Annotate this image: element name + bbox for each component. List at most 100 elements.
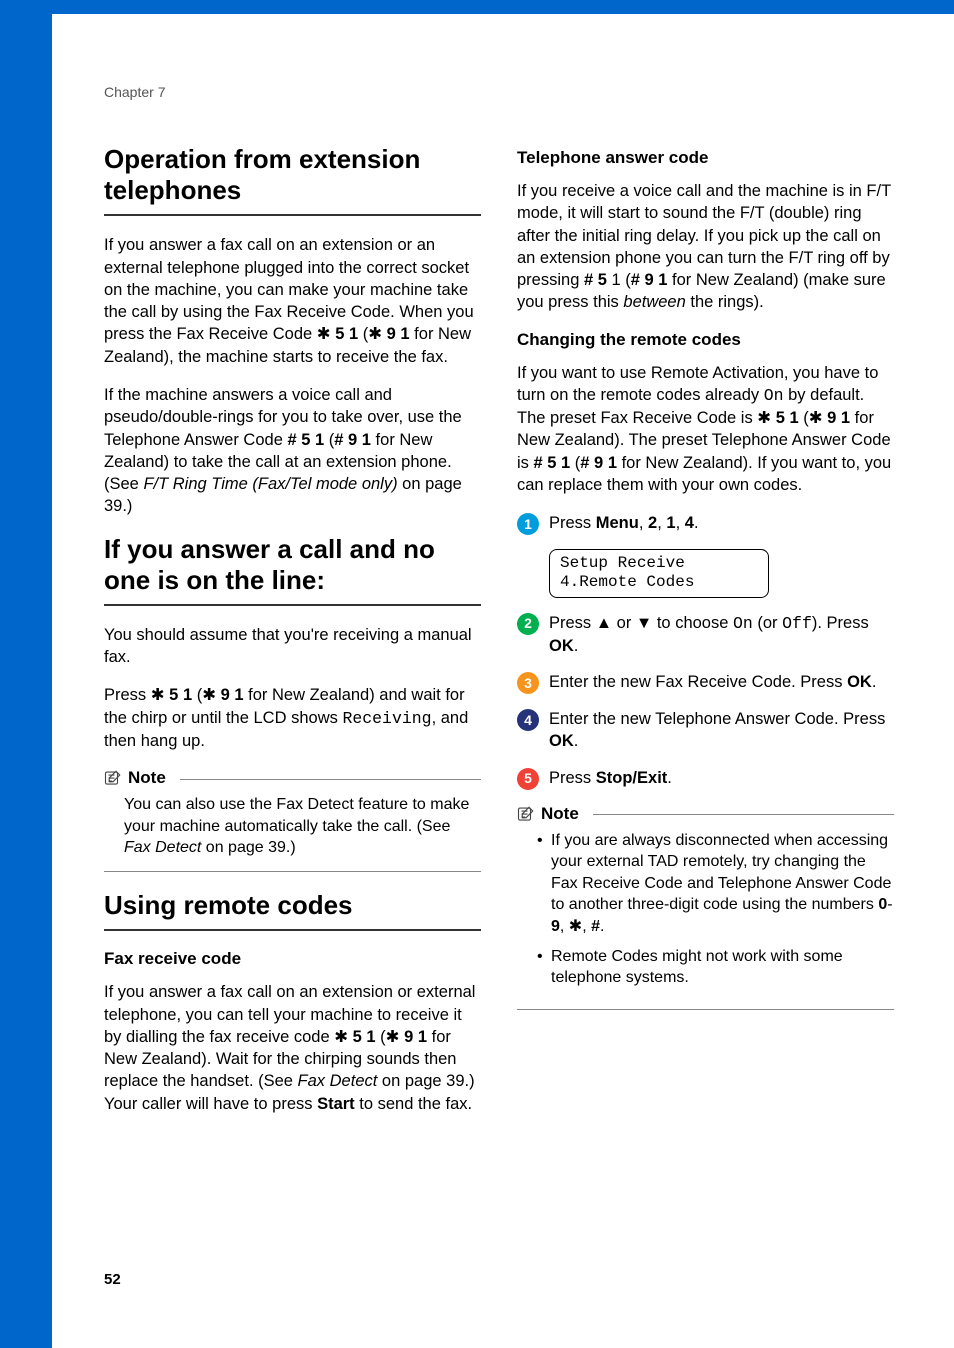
note-head: Note (517, 804, 894, 824)
t: On (764, 386, 784, 405)
subhead-tel-answer: Telephone answer code (517, 148, 894, 168)
t: On (733, 614, 753, 633)
t: (or (753, 614, 782, 632)
star-icon: ✱ (569, 918, 582, 935)
t: , (676, 514, 685, 532)
t: Fax Detect (124, 839, 201, 856)
t: ( (192, 686, 202, 704)
rule (517, 1009, 894, 1010)
t: OK (847, 673, 872, 691)
note-label: Note (128, 768, 166, 788)
t: Press (549, 514, 596, 532)
step-number-icon: 1 (517, 513, 539, 535)
right-column: Telephone answer code If you receive a v… (517, 144, 894, 1131)
t: 9 1 (382, 325, 410, 343)
t: . (694, 514, 699, 532)
t: 5 1 (165, 686, 193, 704)
rule (104, 871, 481, 872)
t: Press ▲ or ▼ to choose (549, 614, 733, 632)
t: 4 (685, 514, 694, 532)
subhead-change-codes: Changing the remote codes (517, 330, 894, 350)
t: 9 1 (823, 409, 851, 427)
t: , (582, 918, 591, 935)
t: If you are always disconnected when acce… (551, 832, 891, 914)
t: Enter the new Fax Receive Code. Press (549, 673, 847, 691)
t: , (560, 918, 569, 935)
star-icon: ✱ (334, 1028, 348, 1046)
t: # 9 1 (334, 431, 371, 449)
heading-remote-codes: Using remote codes (104, 890, 481, 921)
t: OK (549, 637, 574, 655)
step-text: Press Stop/Exit. (549, 767, 894, 789)
note-label: Note (541, 804, 579, 824)
step-number-icon: 3 (517, 672, 539, 694)
heading-answer-call: If you answer a call and no one is on th… (104, 534, 481, 596)
t: - (887, 896, 892, 913)
t: Receiving (342, 709, 431, 728)
t: 2 (648, 514, 657, 532)
t: Fax Detect (298, 1072, 378, 1090)
star-icon: ✱ (809, 409, 823, 427)
t: # 5 1 (287, 431, 324, 449)
t: # 5 (584, 271, 607, 289)
page: Chapter 7 Operation from extension telep… (0, 0, 954, 1348)
step-5: 5 Press Stop/Exit. (517, 767, 894, 790)
note-item: Remote Codes might not work with some te… (537, 946, 894, 989)
t: , (657, 514, 666, 532)
subhead-fax-receive: Fax receive code (104, 949, 481, 969)
columns: Operation from extension telephones If y… (104, 144, 894, 1131)
note-line (593, 814, 894, 815)
t: ( (324, 431, 334, 449)
para-ans-1: You should assume that you're receiving … (104, 624, 481, 669)
t: 9 (551, 918, 560, 935)
t: 9 1 (216, 686, 244, 704)
t: . (600, 918, 604, 935)
t: Off (782, 614, 812, 633)
rule (104, 604, 481, 606)
t: Press (104, 686, 151, 704)
t: on page 39.) (201, 839, 295, 856)
note-body: If you are always disconnected when acce… (517, 824, 894, 1005)
t: ( (358, 325, 368, 343)
t: to send the fax. (355, 1095, 472, 1113)
note-body: You can also use the Fax Detect feature … (104, 788, 481, 867)
t: # 5 1 (534, 454, 571, 472)
t: Start (317, 1095, 355, 1113)
t: ). Press (812, 614, 869, 632)
step-number-icon: 5 (517, 768, 539, 790)
t: 1 ( (607, 271, 631, 289)
note-block: Note If you are always disconnected when… (517, 804, 894, 1010)
left-column: Operation from extension telephones If y… (104, 144, 481, 1131)
chapter-label: Chapter 7 (104, 84, 165, 100)
step-text: Press Menu, 2, 1, 4. (549, 512, 894, 534)
t: 1 (666, 514, 675, 532)
step-text: Enter the new Telephone Answer Code. Pre… (549, 708, 894, 753)
note-block: Note You can also use the Fax Detect fea… (104, 768, 481, 872)
star-icon: ✱ (317, 325, 331, 343)
pencil-note-icon (517, 805, 535, 823)
t: F/T Ring Time (Fax/Tel mode only) (143, 475, 397, 493)
t: # 9 1 (631, 271, 668, 289)
t: . (667, 769, 672, 787)
t: Enter the new Telephone Answer Code. Pre… (549, 710, 885, 728)
lcd-display: Setup Receive 4.Remote Codes (549, 549, 769, 597)
para-op-2: If the machine answers a voice call and … (104, 384, 481, 518)
note-item: If you are always disconnected when acce… (537, 830, 894, 938)
t: ( (376, 1028, 386, 1046)
step-text: Press ▲ or ▼ to choose On (or Off). Pres… (549, 612, 894, 658)
t: # 9 1 (580, 454, 617, 472)
t: . (872, 673, 877, 691)
t: . (574, 637, 579, 655)
star-icon: ✱ (757, 409, 771, 427)
para-tac: If you receive a voice call and the mach… (517, 180, 894, 314)
t: Menu (596, 514, 639, 532)
t: the rings). (686, 293, 764, 311)
note-line (180, 779, 481, 780)
t: 5 1 (348, 1028, 376, 1046)
t: 0 (878, 896, 887, 913)
para-change: If you want to use Remote Activation, yo… (517, 362, 894, 497)
t: Press (549, 769, 596, 787)
t: OK (549, 732, 574, 750)
star-icon: ✱ (386, 1028, 400, 1046)
t: between (623, 293, 685, 311)
